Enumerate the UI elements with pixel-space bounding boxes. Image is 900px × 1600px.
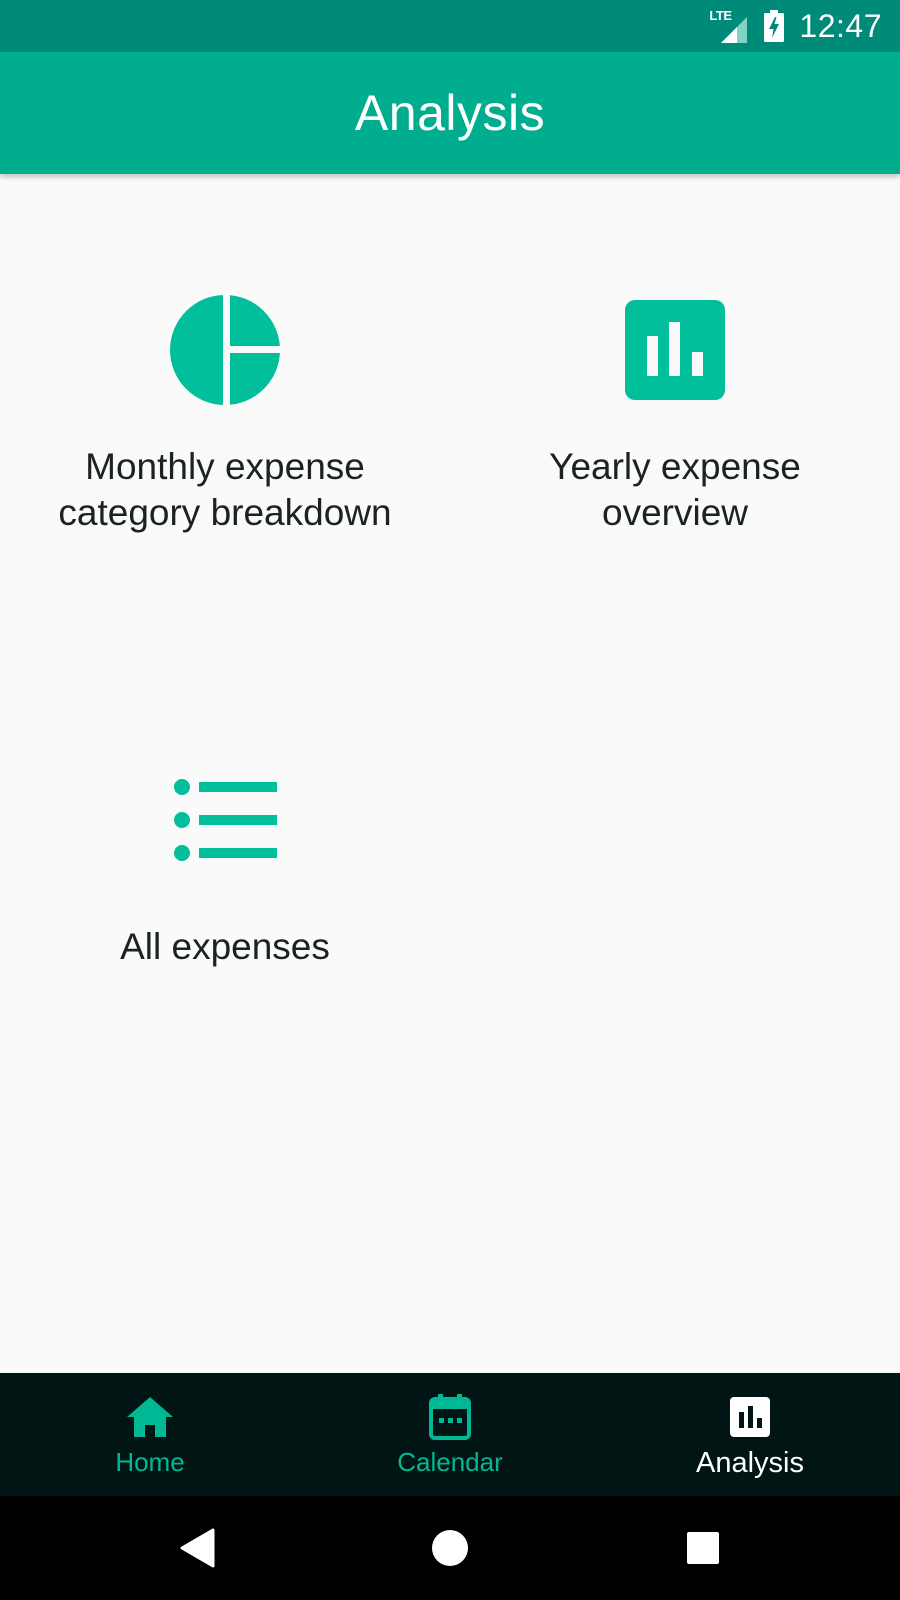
status-icons: LTE 12:47 [709,0,882,52]
yearly-overview-label: Yearly expense overview [549,446,801,533]
monthly-breakdown-label: Monthly expense category breakdown [58,446,392,533]
app-bar: Analysis [0,52,900,174]
lte-signal-icon: LTE [709,9,749,43]
back-triangle-icon [180,1528,215,1568]
battery-charging-icon [764,10,785,42]
list-icon [165,760,285,880]
pie-chart-icon [165,290,285,410]
bottom-navigation: Home Calendar Analysis [0,1373,900,1496]
analysis-screen: LTE 12:47 Analysis Monthly expense categ… [0,0,900,1600]
nav-label-calendar: Calendar [397,1447,503,1477]
nav-item-analysis[interactable]: Analysis [600,1373,900,1496]
system-navigation-bar [0,1496,900,1600]
home-button[interactable] [428,1526,472,1570]
nav-item-calendar[interactable]: Calendar [300,1373,600,1496]
recents-button[interactable] [681,1526,725,1570]
page-title: Analysis [354,85,546,141]
status-time: 12:47 [799,8,882,44]
monthly-breakdown-tile[interactable]: Monthly expense category breakdown [0,290,450,536]
yearly-overview-tile[interactable]: Yearly expense overview [450,290,900,536]
bar-chart-icon [615,290,735,410]
status-bar: LTE 12:47 [0,0,900,52]
all-expenses-label: All expenses [120,926,330,967]
nav-item-home[interactable]: Home [0,1373,300,1496]
home-icon [126,1393,174,1441]
home-circle-icon [432,1530,468,1566]
calendar-icon [426,1393,474,1441]
nav-label-analysis: Analysis [696,1447,804,1479]
nav-label-home: Home [115,1447,185,1477]
bar-chart-icon [726,1393,774,1441]
back-button[interactable] [175,1526,219,1570]
recents-square-icon [687,1532,719,1564]
all-expenses-tile[interactable]: All expenses [0,760,450,970]
